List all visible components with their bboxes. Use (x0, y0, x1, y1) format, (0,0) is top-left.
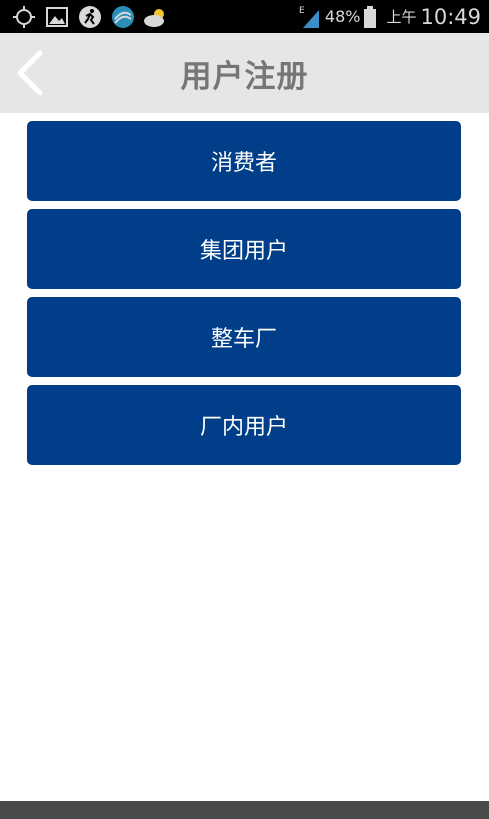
image-icon (46, 7, 68, 27)
group-user-label: 集团用户 (199, 239, 288, 264)
internal-user-label: 厂内用户 (199, 415, 288, 440)
gps-icon (13, 6, 35, 28)
battery-icon (364, 5, 377, 28)
group-user-button[interactable]: 集团用户 (27, 209, 461, 289)
status-time: 10:49 (420, 4, 481, 29)
battery-percent: 48% (324, 7, 361, 26)
status-bar: E 48% 上午 10:49 (0, 0, 489, 33)
consumer-button[interactable]: 消费者 (27, 121, 461, 201)
internal-user-button[interactable]: 厂内用户 (27, 385, 461, 465)
vehicle-manufacturer-button[interactable]: 整车厂 (27, 297, 461, 377)
sports-icon (79, 6, 101, 28)
page-title: 用户注册 (180, 58, 309, 95)
svg-text:E: E (299, 6, 305, 16)
consumer-label: 消费者 (210, 151, 277, 176)
navigation-bar (0, 801, 489, 819)
vehicle-manufacturer-label: 整车厂 (210, 327, 277, 352)
weather-icon (144, 9, 164, 27)
status-ampm: 上午 (386, 8, 417, 26)
china-mobile-icon (112, 6, 134, 28)
registration-type-list: 消费者 集团用户 整车厂 厂内用户 (27, 121, 461, 473)
signal-icon: E (299, 6, 319, 28)
back-button[interactable] (10, 47, 54, 99)
chevron-left-icon (17, 50, 43, 96)
title-bar: 用户注册 (0, 33, 489, 113)
